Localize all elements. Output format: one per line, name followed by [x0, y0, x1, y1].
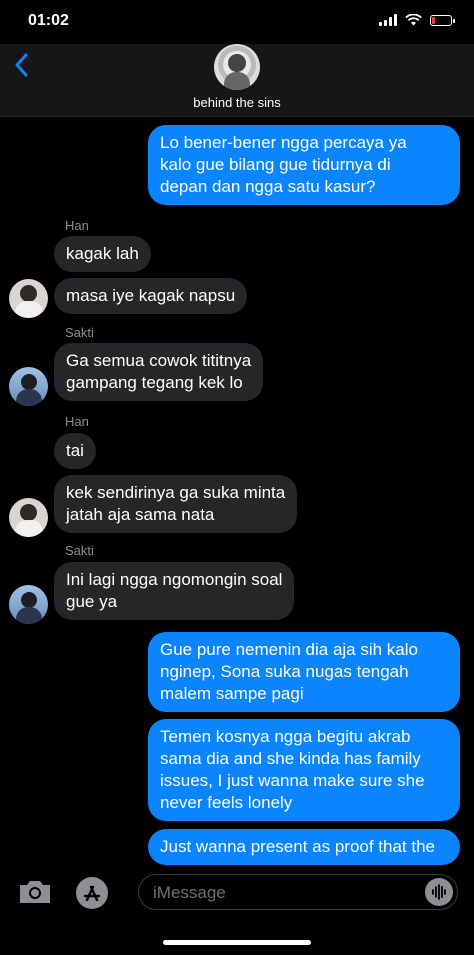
sender-avatar-sakti[interactable] — [9, 367, 48, 406]
sender-name: Han — [65, 218, 89, 233]
message-bubble-outgoing[interactable]: Temen kosnya ngga begitu akrab sama dia … — [148, 719, 460, 821]
sender-avatar-sakti[interactable] — [9, 585, 48, 624]
status-icons — [379, 14, 455, 26]
home-indicator[interactable] — [163, 940, 311, 945]
status-bar: 01:02 — [0, 0, 474, 44]
message-bubble-outgoing[interactable]: Lo bener-bener ngga percaya ya kalo gue … — [148, 125, 460, 205]
wifi-icon — [405, 14, 422, 26]
app-store-icon[interactable] — [76, 877, 108, 909]
message-bubble-outgoing[interactable]: Just wanna present as proof that the — [148, 829, 460, 865]
sender-avatar-han[interactable] — [9, 498, 48, 537]
message-bubble-incoming[interactable]: kagak lah — [54, 236, 151, 272]
battery-icon — [430, 14, 455, 26]
message-bubble-incoming[interactable]: tai — [54, 433, 96, 469]
conversation-header: behind the sins — [0, 44, 474, 117]
audio-waveform-icon[interactable] — [425, 878, 453, 906]
message-bubble-incoming[interactable]: masa iye kagak napsu — [54, 278, 248, 314]
message-bubble-incoming[interactable]: Ga semua cowok tititnya gampang tegang k… — [54, 343, 264, 401]
camera-icon[interactable] — [17, 877, 53, 907]
sender-name: Sakti — [65, 325, 94, 340]
sender-name: Han — [65, 414, 89, 429]
message-list[interactable]: Lo bener-bener ngga percaya ya kalo gue … — [0, 117, 474, 867]
message-bubble-outgoing[interactable]: Gue pure nemenin dia aja sih kalo nginep… — [148, 632, 460, 712]
battery-level — [432, 16, 435, 24]
contact-name[interactable]: behind the sins — [0, 95, 474, 110]
sender-avatar-han[interactable] — [9, 279, 48, 318]
contact-avatar[interactable] — [214, 44, 260, 90]
back-chevron-icon[interactable] — [10, 52, 36, 78]
signal-icon — [379, 14, 397, 26]
status-time: 01:02 — [28, 12, 69, 29]
message-bubble-incoming[interactable]: kek sendirinya ga suka minta jatah aja s… — [54, 475, 298, 533]
sender-name: Sakti — [65, 543, 94, 558]
message-bubble-incoming[interactable]: Ini lagi ngga ngomongin soal gue ya — [54, 562, 295, 620]
message-input[interactable]: iMessage — [138, 874, 458, 910]
message-input-placeholder: iMessage — [153, 883, 226, 902]
